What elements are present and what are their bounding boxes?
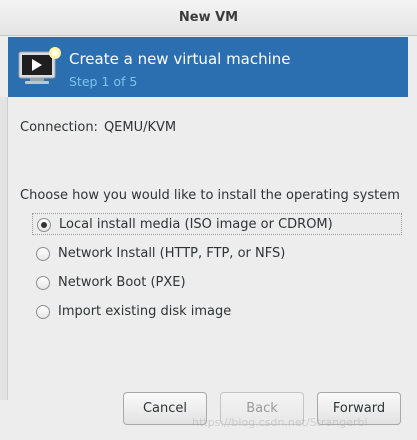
wizard-step-indicator: Step 1 of 5	[69, 74, 138, 89]
connection-info: Connection: QEMU/KVM	[20, 120, 176, 135]
install-option-label: Import existing disk image	[58, 304, 232, 319]
connection-label: Connection:	[20, 120, 98, 135]
install-option-label: Network Boot (PXE)	[58, 275, 186, 290]
radio-button[interactable]	[36, 305, 50, 319]
wizard-banner: Create a new virtual machine Step 1 of 5	[8, 37, 408, 97]
install-option-local-media[interactable]: Local install media (ISO image or CDROM)	[32, 213, 402, 235]
install-option-label: Network Install (HTTP, FTP, or NFS)	[58, 246, 286, 261]
install-option-import-disk[interactable]: Import existing disk image	[32, 301, 272, 323]
window-title: New VM	[178, 10, 239, 25]
new-vm-icon	[16, 45, 64, 89]
radio-button[interactable]	[36, 247, 50, 261]
install-option-label: Local install media (ISO image or CDROM)	[59, 217, 333, 232]
radio-button[interactable]	[36, 276, 50, 290]
watermark-text: https://blog.csdn.net/Strangerbi	[192, 416, 368, 429]
title-bar[interactable]: New VM	[0, 0, 417, 36]
install-method-prompt: Choose how you would like to install the…	[20, 188, 400, 203]
wizard-headline: Create a new virtual machine	[69, 50, 291, 68]
radio-button-selected[interactable]	[37, 218, 51, 232]
install-option-network-boot[interactable]: Network Boot (PXE)	[32, 272, 232, 294]
connection-value: QEMU/KVM	[103, 120, 177, 135]
install-option-network-install[interactable]: Network Install (HTTP, FTP, or NFS)	[32, 243, 352, 265]
background-window-edge	[0, 97, 8, 400]
